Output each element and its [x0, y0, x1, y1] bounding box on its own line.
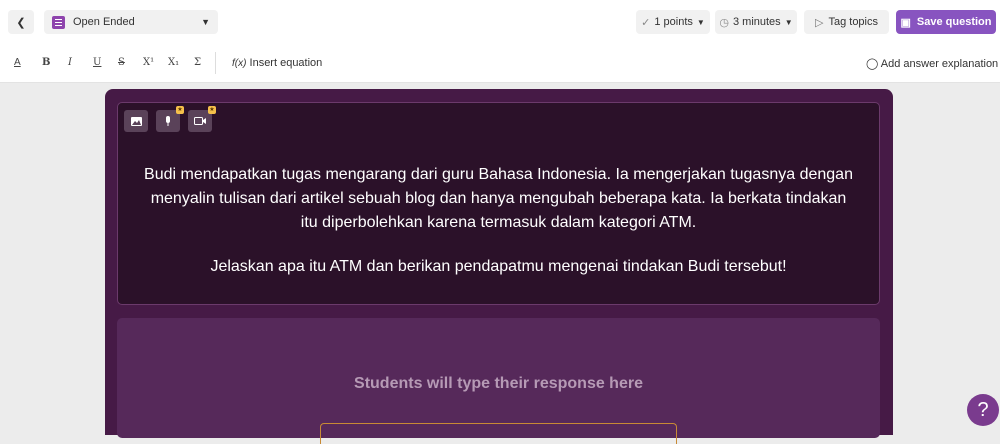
- function-icon: f(x): [232, 58, 247, 69]
- tag-topics-button[interactable]: ▷ Tag topics: [804, 10, 889, 34]
- text-color-button[interactable]: A: [14, 57, 21, 68]
- clock-icon: ◷: [719, 16, 729, 29]
- question-line: Budi mendapatkan tugas mengarang dari gu…: [144, 166, 853, 183]
- open-ended-icon: [52, 15, 65, 29]
- help-label: ?: [977, 398, 989, 421]
- question-line: Jelaskan apa itu ATM dan berikan pendapa…: [210, 258, 787, 275]
- underline-button[interactable]: U: [93, 57, 101, 68]
- save-question-button[interactable]: ▣ Save question: [896, 10, 996, 34]
- question-line: menyalin tulisan dari artikel sebuah blo…: [150, 190, 847, 207]
- chevron-left-icon: ❮: [16, 16, 26, 29]
- formatting-toolbar: A B I U S X¹ X₁ Σ f(x) Insert equation ◯…: [0, 44, 1000, 83]
- top-bar: ❮ Open Ended ▼ ✓ 1 points ▼ ◷ 3 minutes …: [0, 0, 1000, 44]
- lightbulb-icon: ◯: [866, 58, 879, 70]
- caret-down-icon: ▼: [696, 17, 705, 27]
- check-icon: ✓: [641, 16, 651, 29]
- answer-area: Students will type their response here: [117, 318, 880, 444]
- microphone-icon: [166, 115, 170, 126]
- question-text[interactable]: Budi mendapatkan tugas mengarang dari gu…: [118, 163, 879, 279]
- time-dropdown[interactable]: ◷ 3 minutes ▼: [715, 10, 797, 34]
- image-icon: [130, 116, 142, 126]
- italic-button[interactable]: I: [68, 57, 72, 68]
- save-question-label: Save question: [916, 16, 992, 28]
- tag-icon: ▷: [815, 16, 824, 29]
- time-label: 3 minutes: [732, 16, 781, 28]
- add-audio-button[interactable]: ★: [156, 106, 184, 132]
- toolbar-divider: [215, 52, 216, 74]
- bold-button[interactable]: B: [42, 57, 50, 68]
- help-button[interactable]: ?: [967, 394, 999, 426]
- question-card: ★ ★ Budi mendapatkan tugas mengarang dar…: [105, 89, 893, 444]
- add-explanation-label: Add answer explanation: [880, 58, 999, 70]
- caret-down-icon: ▼: [201, 17, 210, 27]
- add-image-button[interactable]: [124, 110, 148, 132]
- subscript-button[interactable]: X₁: [168, 57, 179, 68]
- points-label: 1 points: [654, 16, 693, 28]
- add-video-button[interactable]: ★: [188, 106, 216, 132]
- insert-equation-label: Insert equation: [249, 57, 323, 69]
- add-answer-explanation-button[interactable]: ◯ Add answer explanation: [866, 57, 998, 70]
- question-type-label: Open Ended: [73, 16, 135, 28]
- caret-down-icon: ▼: [784, 17, 793, 27]
- sigma-button[interactable]: Σ: [194, 57, 201, 68]
- question-type-dropdown[interactable]: Open Ended ▼: [44, 10, 218, 34]
- back-button[interactable]: ❮: [8, 10, 34, 34]
- floppy-icon: ▣: [900, 16, 911, 29]
- insert-equation-button[interactable]: f(x) Insert equation: [232, 57, 322, 69]
- answer-placeholder: Students will type their response here: [354, 375, 643, 392]
- premium-badge-icon: ★: [208, 106, 216, 114]
- video-icon: [194, 117, 206, 125]
- answer-input-preview: [320, 423, 677, 444]
- question-editor[interactable]: ★ ★ Budi mendapatkan tugas mengarang dar…: [117, 102, 880, 305]
- tag-topics-label: Tag topics: [828, 16, 878, 28]
- superscript-button[interactable]: X¹: [143, 57, 154, 68]
- points-dropdown[interactable]: ✓ 1 points ▼: [636, 10, 710, 34]
- strikethrough-button[interactable]: S: [118, 57, 125, 68]
- question-line: itu diperbolehkan karena termasuk dalam …: [300, 214, 697, 231]
- premium-badge-icon: ★: [176, 106, 184, 114]
